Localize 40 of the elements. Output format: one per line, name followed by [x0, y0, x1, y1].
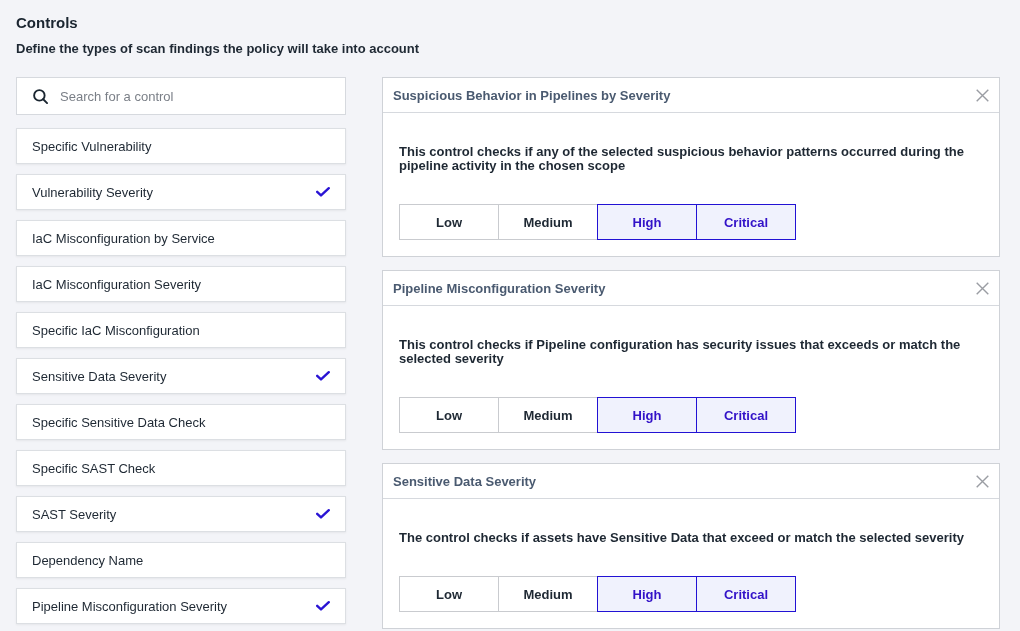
severity-button[interactable]: Low — [399, 204, 499, 240]
severity-button[interactable]: Critical — [696, 576, 796, 612]
close-icon[interactable] — [976, 88, 989, 102]
control-list-item[interactable]: Sensitive Data Severity — [16, 358, 346, 394]
control-list-item[interactable]: Vulnerability Severity — [16, 174, 346, 210]
severity-button[interactable]: Critical — [696, 204, 796, 240]
control-list-item[interactable]: Dependency Name — [16, 542, 346, 578]
search-field[interactable]: Search for a control — [16, 77, 346, 115]
severity-button[interactable]: Low — [399, 576, 499, 612]
control-list-item[interactable]: SAST Severity — [16, 496, 346, 532]
severity-button[interactable]: Critical — [696, 397, 796, 433]
control-list-item[interactable]: Specific Sensitive Data Check — [16, 404, 346, 440]
check-icon — [316, 601, 330, 611]
panel-title: Sensitive Data Severity — [393, 473, 537, 489]
panel-title: Pipeline Misconfiguration Severity — [393, 280, 606, 296]
control-list-item[interactable]: Specific IaC Misconfiguration — [16, 312, 346, 348]
severity-button[interactable]: High — [597, 397, 697, 433]
panel-title: Suspicious Behavior in Pipelines by Severity — [393, 87, 671, 103]
check-icon — [316, 371, 330, 381]
control-list-item[interactable]: IaC Misconfiguration by Service — [16, 220, 346, 256]
check-icon — [316, 509, 330, 519]
check-icon — [316, 187, 330, 197]
page-subtitle: Define the types of scan findings the policy will take into account — [16, 41, 420, 57]
close-icon[interactable] — [976, 281, 989, 295]
panel-description: The control checks if assets have Sensitive Data that exceed or match the selected severity — [399, 531, 966, 545]
control-list-item[interactable]: IaC Misconfiguration Severity — [16, 266, 346, 302]
panel-description: This control checks if Pipeline configuration has security issues that exceeds or match the selected severity — [399, 338, 962, 366]
control-list-item[interactable]: Specific SAST Check — [16, 450, 346, 486]
close-icon[interactable] — [976, 474, 989, 488]
severity-button[interactable]: High — [597, 204, 697, 240]
control-list-item[interactable]: Pipeline Misconfiguration Severity — [16, 588, 346, 624]
severity-button[interactable]: Medium — [498, 397, 598, 433]
severity-button[interactable]: High — [597, 576, 697, 612]
control-list-item[interactable]: Specific Vulnerability — [16, 128, 346, 164]
severity-button[interactable]: Medium — [498, 204, 598, 240]
search-icon — [33, 89, 48, 104]
page-title: Controls — [16, 14, 78, 32]
severity-button[interactable]: Medium — [498, 576, 598, 612]
panel-description: This control checks if any of the selected suspicious behavior patterns occurred during the pipeline activity in the chosen scope — [399, 145, 965, 173]
severity-button[interactable]: Low — [399, 397, 499, 433]
